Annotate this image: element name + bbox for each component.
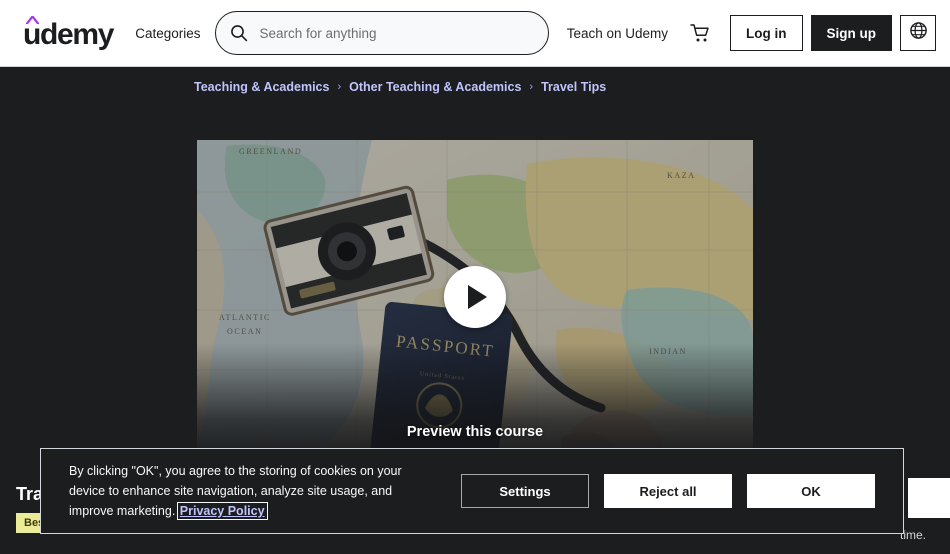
nav-teach-on-udemy[interactable]: Teach on Udemy [567, 26, 668, 41]
language-selector-button[interactable] [900, 15, 936, 51]
shopping-cart-icon[interactable] [686, 19, 714, 47]
udemy-logo[interactable]: udemy [23, 15, 115, 50]
search-input[interactable] [259, 25, 534, 41]
logo-caret-icon [26, 15, 39, 24]
udemy-course-page: udemy Categories Teach on Udemy Log in S… [0, 0, 950, 554]
breadcrumb-separator: › [337, 81, 342, 93]
cookie-actions: Settings Reject all OK [461, 474, 875, 508]
breadcrumb: Teaching & Academics › Other Teaching & … [194, 80, 606, 94]
purchase-card [908, 478, 950, 518]
signup-button[interactable]: Sign up [810, 15, 892, 51]
search-bar[interactable] [214, 11, 549, 55]
cookie-reject-all-button[interactable]: Reject all [604, 474, 732, 508]
site-header: udemy Categories Teach on Udemy Log in S… [0, 0, 950, 67]
login-button[interactable]: Log in [730, 15, 803, 51]
globe-icon [909, 21, 928, 45]
breadcrumb-item-1[interactable]: Other Teaching & Academics [349, 80, 521, 94]
cookie-ok-button[interactable]: OK [747, 474, 875, 508]
privacy-policy-link[interactable]: Privacy Policy [176, 502, 268, 520]
preview-caption: Preview this course [406, 424, 544, 440]
cookie-settings-button[interactable]: Settings [461, 474, 589, 508]
course-preview-video[interactable]: GREENLAND ATLANTIC OCEAN KAZA INDIAN [197, 140, 753, 453]
search-icon [230, 24, 248, 42]
cookie-message: By clicking "OK", you agree to the stori… [69, 461, 425, 521]
cookie-consent-banner: By clicking "OK", you agree to the stori… [40, 448, 904, 534]
breadcrumb-item-0[interactable]: Teaching & Academics [194, 80, 329, 94]
play-triangle [468, 284, 487, 309]
breadcrumb-item-2[interactable]: Travel Tips [541, 80, 606, 94]
nav-categories[interactable]: Categories [135, 26, 200, 41]
play-icon[interactable] [444, 265, 506, 328]
breadcrumb-separator: › [529, 81, 534, 93]
